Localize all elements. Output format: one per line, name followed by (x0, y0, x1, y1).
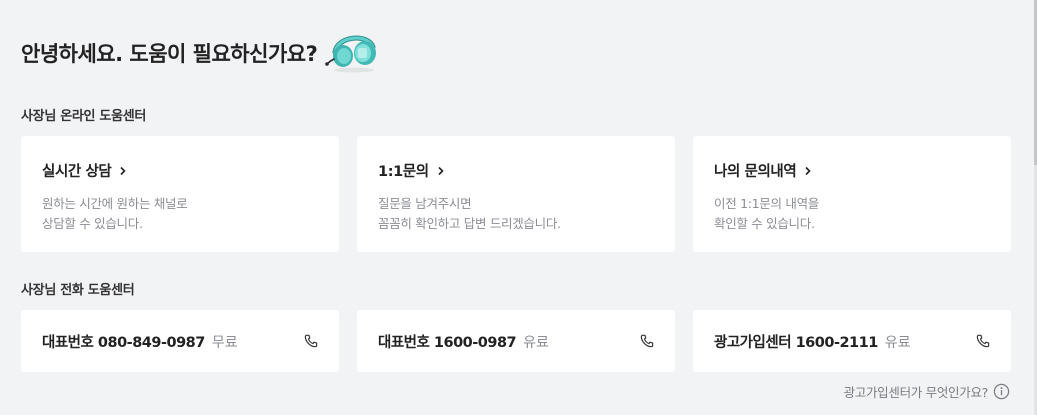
chevron-right-icon (120, 166, 126, 175)
phone-fee: 무료 (211, 334, 238, 351)
live-chat-card[interactable]: 실시간 상담 원하는 시간에 원하는 채널로 상담할 수 있습니다. (21, 136, 339, 252)
help-center-page: 안녕하세요. 도움이 필요하신가요? 사장님 온라인 도움센터 실시간 상담 원… (0, 0, 1037, 415)
headset-icon (325, 35, 377, 73)
phone-icon (976, 334, 990, 348)
online-center-label: 사장님 온라인 도움센터 (21, 109, 147, 124)
phone-fee: 유료 (884, 334, 911, 351)
phone-number: 대표번호 1600-0987 (378, 334, 517, 351)
phone-text: 대표번호 080-849-0987 무료 (42, 331, 238, 352)
ad-link-label: 광고가입센터가 무엇인가요? (843, 385, 989, 400)
phone-center-cards: 대표번호 080-849-0987 무료 대표번호 1600-0987 유료 광… (21, 310, 1011, 372)
ad-center-info-link[interactable]: 광고가입센터가 무엇인가요? (844, 382, 1010, 401)
phone-number: 광고가입센터 1600-2111 (714, 334, 878, 351)
one-on-one-inquiry-card[interactable]: 1:1문의 질문을 남겨주시면 꼼꼼히 확인하고 답변 드리겠습니다. (357, 136, 675, 252)
phone-fee: 유료 (523, 334, 549, 351)
card-description: 질문을 남겨주시면 꼼꼼히 확인하고 답변 드리겠습니다. (378, 196, 561, 231)
card-description: 원하는 시간에 원하는 채널로 상담할 수 있습니다. (42, 196, 188, 231)
phone-card-main-free[interactable]: 대표번호 080-849-0987 무료 (21, 310, 339, 372)
card-title: 나의 문의내역 (714, 160, 990, 181)
phone-text: 광고가입센터 1600-2111 유료 (714, 331, 911, 352)
phone-center-label: 사장님 전화 도움센터 (21, 283, 135, 298)
my-inquiry-history-card[interactable]: 나의 문의내역 이전 1:1문의 내역을 확인할 수 있습니다. (693, 136, 1011, 252)
card-title: 1:1문의 (378, 160, 654, 181)
hero-header: 안녕하세요. 도움이 필요하신가요? (21, 34, 379, 73)
phone-icon (304, 334, 318, 348)
phone-text: 대표번호 1600-0987 유료 (378, 331, 549, 352)
phone-card-ad-center[interactable]: 광고가입센터 1600-2111 유료 (693, 310, 1011, 372)
chevron-right-icon (805, 166, 811, 175)
phone-icon (640, 334, 654, 348)
card-title: 실시간 상담 (42, 160, 318, 181)
phone-card-main-paid[interactable]: 대표번호 1600-0987 유료 (357, 310, 675, 372)
chevron-right-icon (438, 166, 444, 175)
card-description: 이전 1:1문의 내역을 확인할 수 있습니다. (714, 196, 819, 231)
page-title: 안녕하세요. 도움이 필요하신가요? (21, 42, 318, 66)
phone-number: 대표번호 080-849-0987 (42, 334, 205, 351)
online-center-cards: 실시간 상담 원하는 시간에 원하는 채널로 상담할 수 있습니다. 1:1문의… (21, 136, 1011, 252)
info-icon (993, 383, 1010, 400)
